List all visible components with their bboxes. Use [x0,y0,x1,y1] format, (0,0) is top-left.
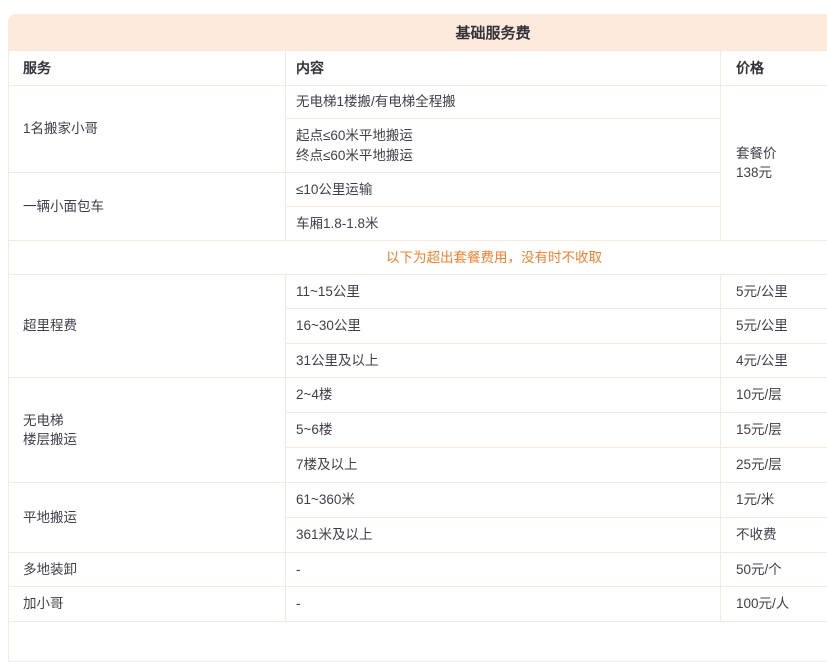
table-row: 无电梯 楼层搬运 2~4楼 10元/层 [9,378,827,413]
content-cell: 7楼及以上 [286,448,721,483]
service-cell-stairs: 无电梯 楼层搬运 [9,378,286,483]
content-cell: ≤10公里运输 [286,173,721,207]
table-row: 平地搬运 61~360米 1元/米 [9,483,827,518]
content-cell: 2~4楼 [286,378,721,413]
empty-cell [9,622,827,662]
table-row: 1名搬家小哥 无电梯1楼搬/有电梯全程搬 套餐价 138元 [9,86,827,119]
service-cell-van: 一辆小面包车 [9,173,286,241]
service-cell-flat: 平地搬运 [9,483,286,553]
price-cell: 15元/层 [721,413,827,448]
table-row: 加小哥 - 100元/人 [9,587,827,622]
column-header-price: 价格 [721,51,827,86]
content-cell: 61~360米 [286,483,721,518]
price-cell: 10元/层 [721,378,827,413]
price-cell: 4元/公里 [721,344,827,378]
table-row: 超里程费 11~15公里 5元/公里 [9,275,827,309]
price-cell-package: 套餐价 138元 [721,86,827,241]
price-cell: 5元/公里 [721,309,827,344]
price-cell: 5元/公里 [721,275,827,309]
price-cell: 1元/米 [721,483,827,518]
price-cell: 不收费 [721,518,827,553]
content-cell: 31公里及以上 [286,344,721,378]
table-title: 基础服务费 [8,14,827,50]
content-cell: 无电梯1楼搬/有电梯全程搬 [286,86,721,119]
fee-table: 服务 内容 价格 1名搬家小哥 无电梯1楼搬/有电梯全程搬 套餐价 138元 起… [8,50,827,662]
service-cell-multi: 多地装卸 [9,553,286,587]
content-cell: - [286,553,721,587]
service-cell-extra-worker: 加小哥 [9,587,286,622]
table-row-partial [9,622,827,662]
table-row: 一辆小面包车 ≤10公里运输 [9,173,827,207]
table-row: 多地装卸 - 50元/个 [9,553,827,587]
content-cell: - [286,587,721,622]
content-cell: 361米及以上 [286,518,721,553]
content-cell: 11~15公里 [286,275,721,309]
column-header-service: 服务 [9,51,286,86]
content-cell: 起点≤60米平地搬运 终点≤60米平地搬运 [286,119,721,173]
content-cell: 车厢1.8-1.8米 [286,207,721,241]
fee-card: 基础服务费 服务 内容 价格 1名搬家小哥 无电梯1楼搬/有电梯全程搬 套餐价 … [8,14,827,662]
notice-text: 以下为超出套餐费用，没有时不收取 [9,241,827,275]
service-cell-mileage: 超里程费 [9,275,286,378]
header-row: 服务 内容 价格 [9,51,827,86]
price-cell: 100元/人 [721,587,827,622]
notice-row: 以下为超出套餐费用，没有时不收取 [9,241,827,275]
price-cell: 25元/层 [721,448,827,483]
content-cell: 5~6楼 [286,413,721,448]
service-cell-worker: 1名搬家小哥 [9,86,286,173]
content-cell: 16~30公里 [286,309,721,344]
column-header-content: 内容 [286,51,721,86]
price-cell: 50元/个 [721,553,827,587]
